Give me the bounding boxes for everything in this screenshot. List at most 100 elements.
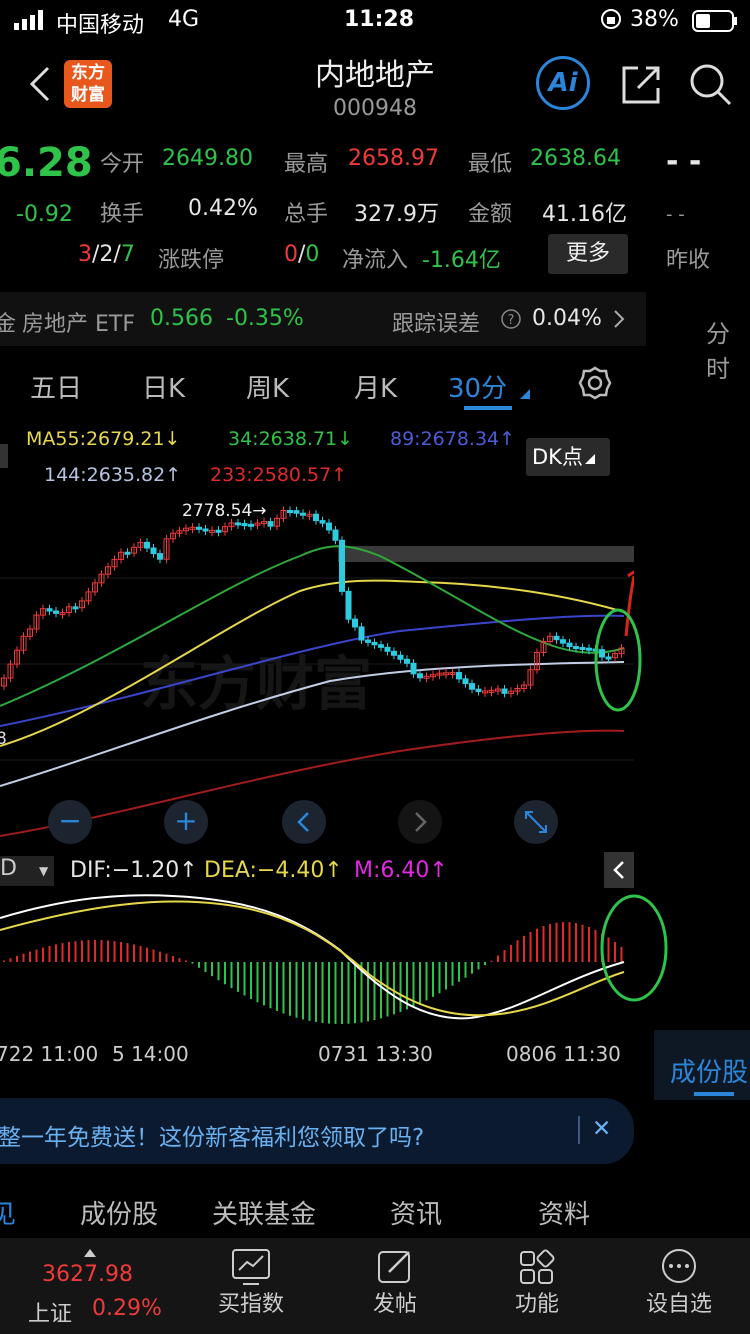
tab-partial[interactable]: 见: [0, 1194, 16, 1231]
time-tick: 0731 13:30: [318, 1042, 433, 1066]
candle: [371, 641, 378, 646]
tracking-error-value: 0.04%: [532, 306, 602, 331]
prev-close-value: - -: [666, 144, 702, 179]
tab-profile[interactable]: 资料: [538, 1194, 590, 1231]
etf-row[interactable]: 金 房地产 ETF 0.566 -0.35% 跟踪误差 ? 0.04%: [0, 292, 646, 346]
ma-selector-caret-icon[interactable]: [0, 444, 10, 473]
last-price: 6.28: [0, 140, 93, 186]
tab-five-day[interactable]: 五日: [30, 368, 82, 405]
ma34-value: 34:2638.71↓: [228, 428, 354, 450]
zoom-in-button[interactable]: +: [164, 800, 208, 844]
limit-flags: 0/0: [284, 242, 320, 267]
indicator-selector[interactable]: D ▼: [0, 856, 54, 886]
candle: [475, 688, 482, 692]
candle: [326, 522, 332, 531]
ma-legend: MA55:2679.21↓ 34:2638.71↓ 89:2678.34↑ 14…: [0, 418, 646, 496]
battery-percent: 38%: [630, 7, 679, 32]
tab-indicator: [464, 406, 512, 410]
candle: [241, 523, 248, 527]
edit-icon: [378, 1251, 410, 1283]
etf-prefix: 金: [0, 312, 17, 337]
zoom-out-button[interactable]: −: [48, 800, 92, 844]
m-value: M:6.40↑: [354, 858, 448, 883]
settings-gear-icon[interactable]: [578, 366, 612, 404]
candle: [332, 529, 339, 541]
turnover-value: 0.42%: [188, 196, 258, 221]
candle: [365, 639, 371, 643]
dea-value: DEA:−4.40↑: [204, 858, 343, 883]
tab-related-funds[interactable]: 关联基金: [212, 1194, 316, 1231]
candle: [300, 512, 306, 516]
dk-point-button[interactable]: DK点: [526, 438, 610, 476]
signal-icon: [14, 10, 48, 36]
share-icon[interactable]: [620, 64, 662, 110]
ma89-value: 89:2678.34↑: [390, 428, 516, 450]
time-tick: 5 14:00: [112, 1042, 189, 1066]
candle: [417, 673, 423, 679]
svg-text:?: ?: [508, 313, 515, 328]
collapse-left-button[interactable]: [604, 852, 634, 888]
inflow-label: 净流入: [342, 248, 409, 273]
open-value: 2649.80: [162, 146, 253, 171]
candle: [573, 646, 579, 650]
promo-banner[interactable]: 整一年免费送！这份新客福利您领取了吗? ✕: [0, 1098, 634, 1164]
info-tabs: 见 成份股 关联基金 资讯 资料: [0, 1178, 646, 1238]
help-icon[interactable]: ?: [500, 308, 522, 336]
candle: [456, 672, 462, 680]
candle: [339, 539, 345, 592]
prev-close-sub: - -: [666, 204, 685, 225]
candle: [150, 547, 157, 555]
more-dots-icon: [662, 1249, 696, 1283]
carrier: 中国移动: [56, 13, 145, 38]
turnover-label: 换手: [100, 202, 145, 227]
close-icon[interactable]: ✕: [592, 1116, 611, 1142]
tab-timeshare[interactable]: 分时: [706, 314, 750, 384]
resistance-band: [338, 546, 634, 562]
pan-left-button[interactable]: [282, 800, 326, 844]
search-icon[interactable]: [688, 62, 732, 110]
left-edge-label: 8: [0, 729, 7, 749]
tab-day-k[interactable]: 日K: [142, 368, 185, 405]
candle: [287, 510, 293, 513]
candle: [235, 522, 241, 526]
post-button[interactable]: 发帖: [350, 1248, 440, 1318]
candle: [566, 642, 573, 648]
candle: [462, 678, 469, 685]
candle: [157, 553, 163, 560]
tracking-error-label: 跟踪误差: [392, 312, 481, 337]
functions-button[interactable]: 功能: [492, 1248, 582, 1318]
tab-week-k[interactable]: 周K: [246, 368, 289, 405]
candle: [72, 606, 79, 610]
tab-news[interactable]: 资讯: [390, 1194, 442, 1231]
index-name[interactable]: 上证: [28, 1296, 72, 1328]
tab-month-k[interactable]: 月K: [354, 368, 397, 405]
annotation-green-circle-2: [600, 894, 668, 1002]
pan-right-button[interactable]: [398, 800, 442, 844]
macd-chart[interactable]: [0, 890, 634, 1032]
candle: [313, 513, 319, 522]
status-bar: 中国移动 4G 11:28 38%: [0, 0, 750, 42]
candle: [293, 510, 300, 514]
bottom-toolbar: 3627.98 上证 0.29% 买指数 发帖 功能 设自选: [0, 1238, 750, 1334]
kline-chart[interactable]: 东方财富 2778.54→ 8: [0, 496, 634, 846]
candle: [560, 639, 566, 644]
candle: [391, 650, 397, 656]
tab-constituents[interactable]: 成份股: [80, 1194, 158, 1231]
etf-pct: -0.35%: [226, 306, 304, 331]
candle: [202, 528, 209, 532]
amount-label: 金额: [468, 202, 513, 227]
tab-constituents-right[interactable]: 成份股: [654, 1030, 750, 1100]
time-tick: 0806 11:30: [506, 1042, 621, 1066]
index-value[interactable]: 3627.98: [42, 1262, 133, 1287]
candle: [267, 521, 274, 527]
candle: [378, 644, 384, 648]
peak-label: 2778.54→: [182, 501, 267, 521]
etf-price: 0.566: [150, 306, 213, 331]
buy-index-button[interactable]: 买指数: [206, 1248, 296, 1318]
fullscreen-button[interactable]: [514, 800, 558, 844]
index-pct[interactable]: 0.29%: [92, 1296, 162, 1321]
tab-30min[interactable]: 30分: [448, 368, 507, 405]
customize-button[interactable]: 设自选: [634, 1248, 724, 1318]
more-button[interactable]: 更多: [548, 234, 628, 274]
ai-button[interactable]: Ai: [536, 56, 590, 110]
